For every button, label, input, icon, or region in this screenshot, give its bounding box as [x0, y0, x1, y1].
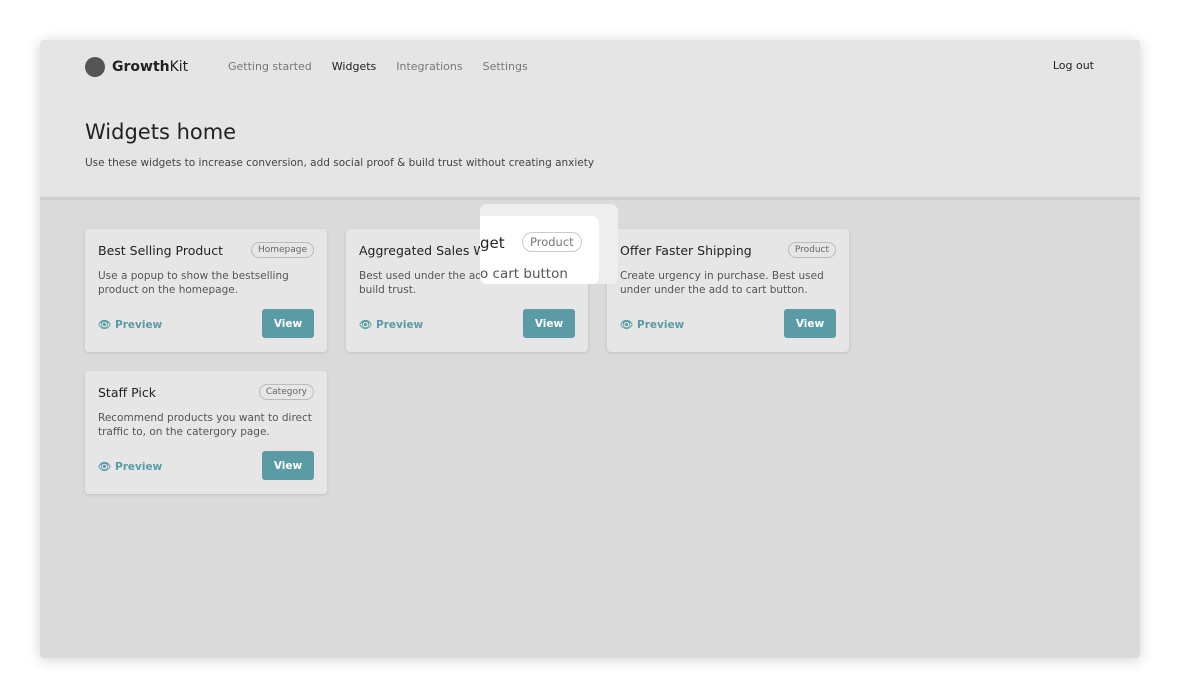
preview-link[interactable]: 👁 Preview — [98, 460, 162, 473]
view-button[interactable]: View — [784, 309, 836, 338]
preview-link[interactable]: 👁 Preview — [620, 318, 684, 331]
magnified-badge: Product — [522, 232, 582, 252]
magnified-desc: o cart button — [480, 266, 568, 282]
category-badge: Homepage — [250, 242, 314, 258]
logo[interactable]: GrowthKit — [85, 57, 188, 77]
nav-integrations[interactable]: Integrations — [396, 60, 462, 73]
page-subtitle: Use these widgets to increase conversion… — [85, 157, 595, 169]
preview-link[interactable]: 👁 Preview — [359, 318, 423, 331]
nav-getting-started[interactable]: Getting started — [228, 60, 312, 73]
card-description: Create urgency in purchase. Best used un… — [620, 270, 824, 296]
main-nav: Getting started Widgets Integrations Set… — [228, 60, 528, 73]
card-title: Best Selling Product — [98, 243, 223, 258]
widget-card: Staff Pick Category Recommend products y… — [85, 371, 327, 494]
header: GrowthKit Getting started Widgets Integr… — [40, 40, 1140, 200]
eye-icon: 👁 — [98, 319, 112, 331]
preview-link[interactable]: 👁 Preview — [98, 318, 162, 331]
card-title: Offer Faster Shipping — [620, 243, 752, 258]
card-description: Use a popup to show the bestselling prod… — [98, 270, 289, 296]
view-button[interactable]: View — [523, 309, 575, 338]
widget-card: Best Selling Product Homepage Use a popu… — [85, 229, 327, 352]
logout-link[interactable]: Log out — [1053, 59, 1094, 72]
category-badge: Category — [258, 384, 314, 400]
category-badge: Product — [787, 242, 836, 258]
card-description: Recommend products you want to direct tr… — [98, 412, 312, 438]
eye-icon: 👁 — [359, 319, 373, 331]
widget-card: Offer Faster Shipping Product Create urg… — [607, 229, 849, 352]
nav-settings[interactable]: Settings — [483, 60, 528, 73]
eye-icon: 👁 — [620, 319, 634, 331]
logo-icon — [85, 57, 105, 77]
card-title: Staff Pick — [98, 385, 156, 400]
view-button[interactable]: View — [262, 451, 314, 480]
magnifier-overlay: get Product o cart button — [480, 204, 618, 284]
brand-name: GrowthKit — [112, 59, 189, 75]
nav-widgets[interactable]: Widgets — [332, 60, 376, 73]
view-button[interactable]: View — [262, 309, 314, 338]
page-title: Widgets home — [85, 120, 237, 144]
magnified-title: get — [480, 234, 505, 252]
eye-icon: 👁 — [98, 461, 112, 473]
